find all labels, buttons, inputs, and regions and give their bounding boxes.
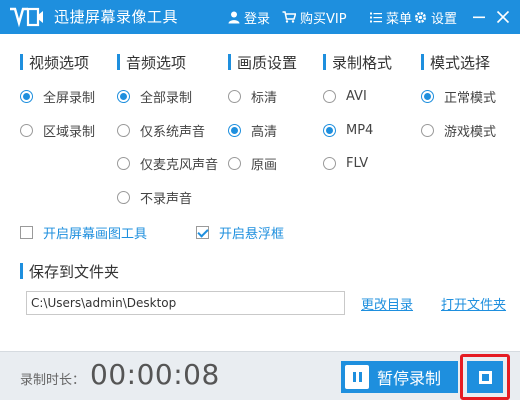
stop-icon	[478, 370, 492, 384]
pause-recording-button[interactable]: 暂停录制	[341, 361, 458, 393]
option-label: 高清	[251, 124, 278, 140]
radio-button[interactable]	[323, 123, 336, 137]
checkbox-float-window[interactable]: 开启悬浮框	[196, 223, 285, 242]
open-folder-link[interactable]: 打开文件夹	[441, 294, 506, 313]
duration-label: 录制时长：	[20, 373, 86, 388]
save-folder-header: 保存到文件夹	[20, 261, 119, 281]
settings-button[interactable]: 设置	[414, 7, 457, 27]
radio-record-all[interactable]: 全部录制	[117, 87, 193, 106]
radio-sd[interactable]: 标清	[228, 87, 278, 106]
audio-options-header: 音频选项	[117, 52, 186, 72]
option-label: FLV	[346, 155, 369, 171]
mode-title: 模式选择	[430, 53, 491, 72]
option-label: AVI	[346, 88, 367, 104]
checkbox-screen-draw[interactable]: 开启屏幕画图工具	[20, 223, 148, 242]
login-label: 登录	[244, 11, 271, 27]
option-label: 标清	[251, 90, 278, 106]
radio-button[interactable]	[228, 156, 241, 170]
menu-button[interactable]: 菜单	[370, 7, 412, 27]
format-title: 录制格式	[332, 53, 393, 72]
radio-no-audio[interactable]: 不录声音	[117, 188, 193, 207]
menu-label: 菜单	[386, 11, 413, 27]
format-header: 录制格式	[323, 52, 392, 72]
title-bar: 迅捷屏幕录像工具 登录 购买VIP 菜单 设置	[0, 0, 520, 34]
radio-button[interactable]	[20, 123, 33, 137]
radio-mic-only[interactable]: 仅麦克风声音	[117, 154, 219, 173]
quality-settings-header: 画质设置	[228, 52, 297, 72]
radio-button[interactable]	[323, 89, 336, 103]
audio-options-title: 音频选项	[126, 53, 187, 72]
menu-icon	[370, 12, 382, 22]
option-label: 仅麦克风声音	[140, 157, 219, 173]
radio-button[interactable]	[421, 123, 434, 137]
section-marker	[117, 54, 120, 70]
section-marker	[20, 263, 23, 279]
recording-bar: 录制时长： 00:00:08 暂停录制	[0, 351, 520, 400]
pause-icon	[345, 365, 369, 389]
checkbox-label: 开启悬浮框	[219, 226, 285, 242]
radio-button[interactable]	[117, 123, 130, 137]
mode-header: 模式选择	[421, 52, 490, 72]
minimize-icon[interactable]	[468, 6, 490, 28]
user-icon	[228, 11, 240, 23]
radio-normal-mode[interactable]: 正常模式	[421, 87, 497, 106]
option-label: 原画	[251, 157, 278, 173]
radio-avi[interactable]: AVI	[323, 87, 367, 105]
radio-fullscreen[interactable]: 全屏录制	[20, 87, 96, 106]
section-marker	[228, 54, 231, 70]
app-logo-icon	[10, 7, 43, 28]
radio-hd[interactable]: 高清	[228, 121, 278, 140]
pause-recording-label: 暂停录制	[377, 369, 442, 388]
radio-button[interactable]	[117, 156, 130, 170]
gear-icon	[415, 11, 426, 23]
login-button[interactable]: 登录	[228, 7, 270, 27]
radio-button[interactable]	[323, 156, 336, 170]
recording-timer: 00:00:08	[90, 358, 220, 391]
section-marker	[421, 54, 424, 70]
option-label: 区域录制	[43, 124, 96, 140]
radio-original[interactable]: 原画	[228, 154, 278, 173]
close-icon[interactable]	[492, 6, 514, 28]
save-folder-title: 保存到文件夹	[29, 262, 120, 281]
option-label: 全部录制	[140, 90, 193, 106]
radio-button[interactable]	[117, 89, 130, 103]
save-path-input[interactable]	[26, 291, 345, 315]
option-label: 不录声音	[140, 191, 193, 207]
buy-vip-button[interactable]: 购买VIP	[282, 7, 347, 27]
radio-system-only[interactable]: 仅系统声音	[117, 121, 206, 140]
video-options-header: 视频选项	[20, 52, 89, 72]
checkbox-label: 开启屏幕画图工具	[43, 226, 148, 242]
radio-flv[interactable]: FLV	[323, 154, 368, 172]
radio-button[interactable]	[228, 89, 241, 103]
radio-button[interactable]	[421, 89, 434, 103]
radio-region[interactable]: 区域录制	[20, 121, 96, 140]
section-marker	[323, 54, 326, 70]
video-options-title: 视频选项	[29, 53, 90, 72]
quality-settings-title: 画质设置	[237, 53, 298, 72]
section-marker	[20, 54, 23, 70]
stop-recording-button[interactable]	[467, 361, 503, 393]
buy-vip-label: 购买VIP	[300, 11, 347, 27]
checkbox[interactable]	[20, 225, 33, 239]
radio-button[interactable]	[20, 89, 33, 103]
checkbox[interactable]	[196, 225, 209, 239]
radio-game-mode[interactable]: 游戏模式	[421, 121, 497, 140]
radio-button[interactable]	[117, 190, 130, 204]
change-directory-link[interactable]: 更改目录	[361, 294, 413, 313]
option-label: 游戏模式	[444, 124, 497, 140]
app-title: 迅捷屏幕录像工具	[54, 8, 179, 26]
radio-mp4[interactable]: MP4	[323, 121, 373, 139]
settings-label: 设置	[431, 11, 458, 27]
option-label: MP4	[346, 122, 374, 138]
cart-icon	[282, 11, 296, 23]
option-label: 全屏录制	[43, 90, 96, 106]
option-label: 正常模式	[444, 90, 497, 106]
radio-button[interactable]	[228, 123, 241, 137]
option-label: 仅系统声音	[140, 124, 206, 140]
